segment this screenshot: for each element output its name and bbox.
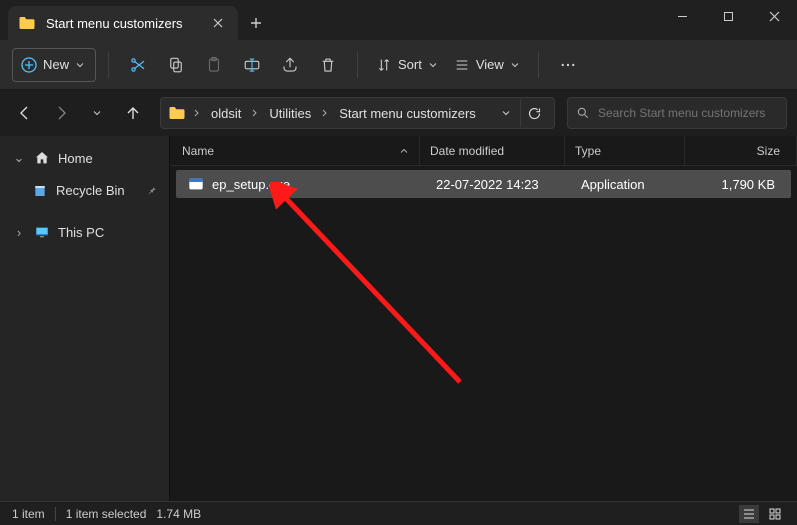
recycle-bin-icon <box>32 182 48 198</box>
column-headers: Name Date modified Type Size <box>170 136 797 166</box>
sidebar-label: Recycle Bin <box>56 183 125 198</box>
new-tab-button[interactable] <box>238 6 274 40</box>
up-button[interactable] <box>118 98 148 128</box>
chevron-right-icon[interactable] <box>319 107 331 119</box>
view-label: View <box>476 57 504 72</box>
file-date: 22-07-2022 14:23 <box>426 177 571 192</box>
arrow-right-icon <box>53 105 69 121</box>
column-header-size[interactable]: Size <box>685 136 797 165</box>
arrow-up-icon <box>125 105 141 121</box>
status-size: 1.74 MB <box>156 507 201 521</box>
search-box[interactable] <box>567 97 787 129</box>
close-button[interactable] <box>751 0 797 32</box>
breadcrumb-dropdown[interactable] <box>500 107 512 119</box>
chevron-right-icon[interactable] <box>191 107 203 119</box>
breadcrumb-segment[interactable]: Utilities <box>265 104 315 123</box>
home-icon <box>34 150 50 166</box>
new-label: New <box>43 57 69 72</box>
recent-button[interactable] <box>82 98 112 128</box>
sidebar-item-recycle[interactable]: Recycle Bin <box>4 174 165 206</box>
file-list[interactable]: ep_setup.exe 22-07-2022 14:23 Applicatio… <box>170 166 797 501</box>
sidebar-item-home[interactable]: ⌄ Home <box>4 142 165 174</box>
copy-button[interactable] <box>159 48 193 82</box>
sidebar-item-thispc[interactable]: › This PC <box>4 216 165 248</box>
folder-icon <box>18 14 36 32</box>
view-button[interactable]: View <box>448 48 526 82</box>
tab-strip: Start menu customizers <box>0 0 238 40</box>
pin-icon <box>146 185 157 196</box>
rename-icon <box>243 56 261 74</box>
forward-button[interactable] <box>46 98 76 128</box>
sidebar-label: This PC <box>58 225 104 240</box>
sort-label: Sort <box>398 57 422 72</box>
status-selected: 1 item selected <box>66 507 147 521</box>
search-icon <box>576 106 590 120</box>
sidebar: ⌄ Home Recycle Bin › This PC <box>0 136 170 501</box>
more-button[interactable] <box>551 48 585 82</box>
view-thumbnails-button[interactable] <box>765 505 785 523</box>
annotation-arrow <box>270 182 470 402</box>
file-type: Application <box>571 177 691 192</box>
status-item-count: 1 item <box>12 507 45 521</box>
copy-icon <box>167 56 185 74</box>
column-header-type[interactable]: Type <box>565 136 685 165</box>
folder-icon <box>167 103 187 123</box>
sort-asc-icon <box>399 146 409 156</box>
maximize-button[interactable] <box>705 0 751 32</box>
view-details-button[interactable] <box>739 505 759 523</box>
chevron-down-icon <box>92 108 102 118</box>
refresh-button[interactable] <box>520 99 548 127</box>
clipboard-icon <box>205 56 223 74</box>
minimize-button[interactable] <box>659 0 705 32</box>
chevron-down-icon[interactable]: ⌄ <box>12 150 26 166</box>
refresh-icon <box>527 106 542 121</box>
exe-icon <box>188 176 204 192</box>
breadcrumb[interactable]: oldsit Utilities Start menu customizers <box>160 97 555 129</box>
paste-button[interactable] <box>197 48 231 82</box>
scissors-icon <box>129 56 147 74</box>
chevron-down-icon <box>510 60 520 70</box>
breadcrumb-segment[interactable]: Start menu customizers <box>335 104 480 123</box>
status-bar: 1 item 1 item selected 1.74 MB <box>0 501 797 525</box>
share-icon <box>281 56 299 74</box>
title-bar: Start menu customizers <box>0 0 797 40</box>
pc-icon <box>34 224 50 240</box>
chevron-down-icon <box>428 60 438 70</box>
view-icon <box>454 57 470 73</box>
tab-close-button[interactable] <box>210 15 226 31</box>
window-controls <box>659 0 797 32</box>
sidebar-label: Home <box>58 151 93 166</box>
trash-icon <box>319 56 337 74</box>
file-list-pane: Name Date modified Type Size ep_setup.ex… <box>170 136 797 501</box>
column-header-date[interactable]: Date modified <box>420 136 565 165</box>
toolbar: New Sort View <box>0 40 797 90</box>
rename-button[interactable] <box>235 48 269 82</box>
tab-active[interactable]: Start menu customizers <box>8 6 238 40</box>
search-input[interactable] <box>598 106 778 120</box>
file-name: ep_setup.exe <box>212 177 290 192</box>
address-bar-row: oldsit Utilities Start menu customizers <box>0 90 797 136</box>
cut-button[interactable] <box>121 48 155 82</box>
more-icon <box>559 56 577 74</box>
file-row[interactable]: ep_setup.exe 22-07-2022 14:23 Applicatio… <box>176 170 791 198</box>
arrow-left-icon <box>17 105 33 121</box>
tab-title: Start menu customizers <box>46 16 200 31</box>
chevron-right-icon[interactable]: › <box>12 225 26 240</box>
sort-icon <box>376 57 392 73</box>
delete-button[interactable] <box>311 48 345 82</box>
back-button[interactable] <box>10 98 40 128</box>
share-button[interactable] <box>273 48 307 82</box>
breadcrumb-segment[interactable]: oldsit <box>207 104 245 123</box>
chevron-down-icon <box>75 60 85 70</box>
new-button[interactable]: New <box>12 48 96 82</box>
file-size: 1,790 KB <box>691 177 791 192</box>
column-header-name[interactable]: Name <box>170 136 420 165</box>
sort-button[interactable]: Sort <box>370 48 444 82</box>
chevron-right-icon[interactable] <box>249 107 261 119</box>
